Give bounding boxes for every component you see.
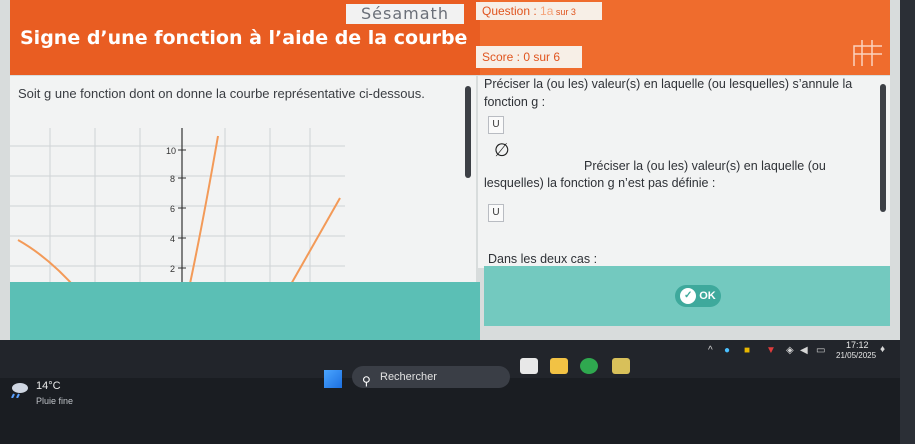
y-tick-label: 10 — [166, 146, 176, 156]
answer-scrollbar[interactable] — [880, 84, 886, 212]
monitor-bezel — [900, 0, 915, 444]
answer-panel: Préciser la (ou les) valeur(s) en laquel… — [478, 76, 890, 268]
app-icon[interactable] — [612, 358, 630, 374]
taskbar-search[interactable]: ⚲ Rechercher — [352, 366, 510, 388]
ok-label: OK — [699, 289, 716, 302]
question-label: Question : — [482, 4, 541, 18]
question-total: sur 3 — [553, 7, 576, 17]
search-icon: ⚲ — [362, 374, 371, 388]
score-indicator: Score : 0 sur 6 — [476, 46, 582, 68]
y-tick-label: 6 — [170, 204, 175, 214]
app-icon[interactable] — [520, 358, 538, 374]
curve-middle-branch — [187, 135, 219, 292]
y-tick-label: 2 — [170, 264, 175, 274]
wifi-icon[interactable]: ◈ — [786, 345, 794, 356]
notification-icon[interactable]: ♦ — [880, 344, 885, 355]
weather-temperature[interactable]: 14°C — [36, 380, 61, 392]
app-tray-icon[interactable]: ▼ — [766, 345, 776, 356]
undefined-input[interactable]: U — [488, 204, 504, 222]
windows-start-button[interactable] — [324, 370, 342, 388]
browser-screen: Sésamath Signe d’une fonction à l’aide d… — [0, 0, 900, 362]
question-zeros-line2: fonction g : — [484, 95, 546, 109]
app-tray-icon[interactable]: ● — [724, 345, 730, 356]
clock-time[interactable]: 17:12 — [846, 340, 869, 350]
statement-scrollbar[interactable] — [465, 86, 471, 178]
y-tick-label: 4 — [170, 234, 175, 244]
question-number: 1a — [540, 4, 554, 18]
rain-cloud-icon — [11, 383, 28, 398]
weather-description[interactable]: Pluie fine — [36, 396, 73, 406]
search-label: Rechercher — [380, 371, 437, 383]
y-tick-label: 8 — [170, 174, 175, 184]
statement-panel: Soit g une fonction dont on donne la cou… — [10, 76, 476, 292]
ok-button[interactable]: ✓ OK — [675, 285, 721, 307]
curve-right-branch — [285, 197, 341, 292]
chrome-icon[interactable] — [580, 358, 598, 374]
check-icon: ✓ — [680, 288, 697, 304]
battery-icon[interactable]: ▭ — [816, 345, 825, 356]
question-undefined: Préciser la (ou les) valeur(s) en laquel… — [484, 159, 826, 190]
zeros-input[interactable]: U — [488, 116, 504, 134]
grid-decoration-icon — [853, 40, 882, 66]
chevron-up-icon[interactable]: ^ — [708, 345, 713, 356]
page-title: Signe d’une fonction à l’aide de la cour… — [20, 27, 468, 49]
volume-icon[interactable]: ◀ — [800, 345, 808, 356]
file-explorer-icon[interactable] — [550, 358, 568, 374]
graph-grid — [10, 128, 345, 288]
app-tray-icon[interactable]: ■ — [744, 345, 750, 356]
statement-text: Soit g une fonction dont on donne la cou… — [18, 86, 425, 101]
function-graph: 10 8 6 4 2 — [10, 128, 345, 292]
question-indicator: Question : 1a sur 3 — [476, 2, 602, 20]
question-zeros-line1: Préciser la (ou les) valeur(s) en laquel… — [484, 77, 853, 91]
sesamath-logo: Sésamath — [346, 4, 464, 24]
clock-date[interactable]: 21/05/2025 — [836, 351, 876, 360]
